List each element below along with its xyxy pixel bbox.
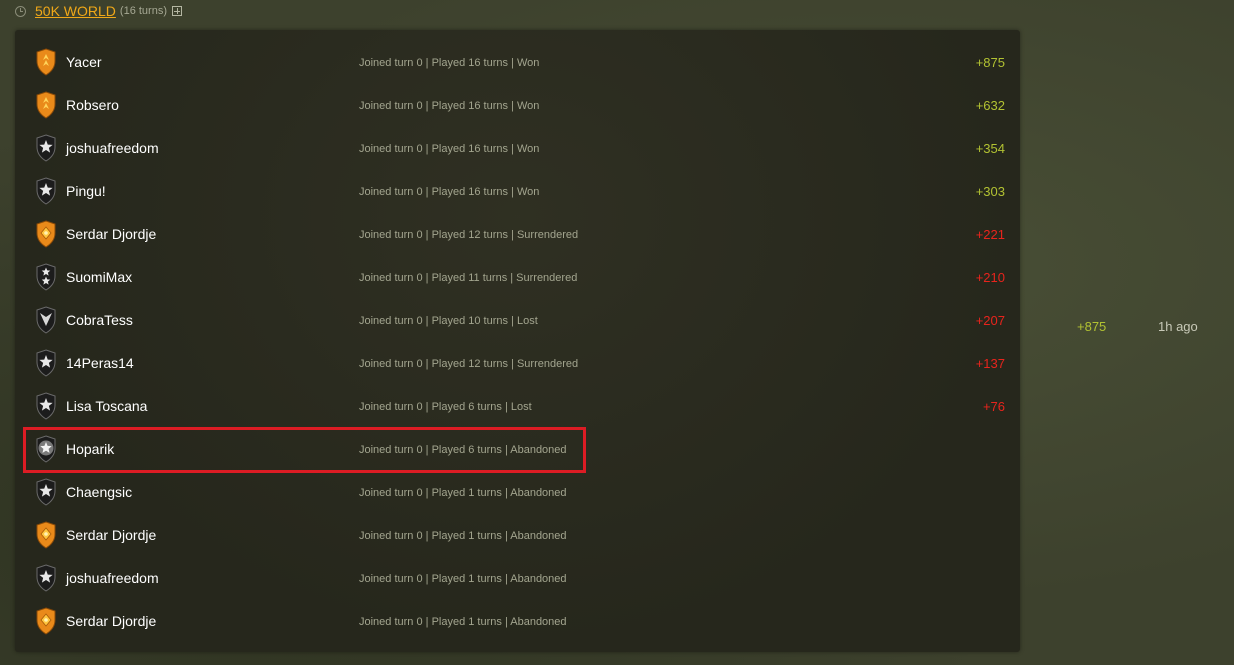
gold-shield-icon	[35, 91, 57, 119]
player-row[interactable]: Serdar Djordje Joined turn 0 | Played 12 …	[15, 212, 1020, 255]
player-status: Joined turn 0 | Played 16 turns | Won	[359, 100, 540, 112]
player-points: +210	[975, 270, 1005, 285]
player-status: Joined turn 0 | Played 12 turns | Surren…	[359, 358, 579, 370]
player-points: +632	[975, 98, 1005, 113]
star-shield-icon	[35, 564, 57, 592]
player-status: Joined turn 0 | Played 16 turns | Won	[359, 57, 540, 69]
star-shield-icon	[35, 177, 57, 205]
player-status: Joined turn 0 | Played 1 turns | Abandon…	[359, 616, 567, 628]
gold-diamond-shield-icon	[35, 220, 57, 248]
player-name[interactable]: Hoparik	[66, 441, 114, 457]
game-header: 50K WORLD (16 turns)	[15, 3, 182, 19]
player-points: +221	[975, 227, 1005, 242]
player-row[interactable]: Chaengsic Joined turn 0 | Played 1 turns …	[15, 470, 1020, 513]
gold-shield-icon	[35, 48, 57, 76]
player-name[interactable]: Pingu!	[66, 183, 106, 199]
player-row[interactable]: Pingu! Joined turn 0 | Played 16 turns | …	[15, 169, 1020, 212]
player-row[interactable]: Yacer Joined turn 0 | Played 16 turns | W…	[15, 40, 1020, 83]
player-status: Joined turn 0 | Played 11 turns | Surren…	[359, 272, 578, 284]
chevron-shield-icon	[35, 306, 57, 334]
player-row[interactable]: Hoparik Joined turn 0 | Played 6 turns | …	[15, 427, 1020, 470]
player-points: +76	[982, 399, 1005, 414]
player-points: +875	[975, 55, 1005, 70]
clock-icon	[15, 5, 26, 17]
player-points: +354	[975, 141, 1005, 156]
game-title-link[interactable]: 50K WORLD	[35, 3, 116, 19]
star-shield-icon	[35, 392, 57, 420]
gold-diamond-shield-icon	[35, 607, 57, 635]
player-row[interactable]: Lisa Toscana Joined turn 0 | Played 6 tur…	[15, 384, 1020, 427]
player-points: +303	[975, 184, 1005, 199]
player-row[interactable]: CobraTess Joined turn 0 | Played 10 turns…	[15, 298, 1020, 341]
player-name[interactable]: CobraTess	[66, 312, 133, 328]
player-name[interactable]: Serdar Djordje	[66, 527, 156, 543]
player-points: +137	[975, 356, 1005, 371]
player-status: Joined turn 0 | Played 12 turns | Surren…	[359, 229, 579, 241]
player-row[interactable]: Serdar Djordje Joined turn 0 | Played 1 t…	[15, 599, 1020, 642]
game-turns-count: (16 turns)	[119, 5, 167, 17]
player-row[interactable]: joshuafreedom Joined turn 0 | Played 16 t…	[15, 126, 1020, 169]
player-status: Joined turn 0 | Played 1 turns | Abandon…	[359, 573, 567, 585]
player-status: Joined turn 0 | Played 6 turns | Abandon…	[359, 444, 567, 456]
player-row[interactable]: Robsero Joined turn 0 | Played 16 turns |…	[15, 83, 1020, 126]
player-name[interactable]: Serdar Djordje	[66, 613, 156, 629]
player-name[interactable]: joshuafreedom	[66, 140, 159, 156]
player-status: Joined turn 0 | Played 1 turns | Abandon…	[359, 530, 567, 542]
player-status: Joined turn 0 | Played 10 turns | Lost	[359, 315, 538, 327]
player-points: +207	[975, 313, 1005, 328]
double-star-shield-icon	[35, 263, 57, 291]
player-row[interactable]: joshuafreedom Joined turn 0 | Played 1 tu…	[15, 556, 1020, 599]
player-name[interactable]: SuomiMax	[66, 269, 132, 285]
players-panel: Yacer Joined turn 0 | Played 16 turns | W…	[15, 30, 1020, 652]
player-name[interactable]: joshuafreedom	[66, 570, 159, 586]
player-status: Joined turn 0 | Played 1 turns | Abandon…	[359, 487, 567, 499]
star-shield-icon	[35, 478, 57, 506]
game-time-ago: 1h ago	[1158, 319, 1198, 334]
player-status: Joined turn 0 | Played 6 turns | Lost	[359, 401, 532, 413]
player-name[interactable]: Robsero	[66, 97, 119, 113]
player-row[interactable]: 14Peras14 Joined turn 0 | Played 12 turns…	[15, 341, 1020, 384]
star-shield-icon	[35, 349, 57, 377]
game-points: +875	[1077, 319, 1107, 334]
star-circle-shield-icon	[35, 435, 57, 463]
player-status: Joined turn 0 | Played 16 turns | Won	[359, 186, 540, 198]
expand-icon[interactable]	[172, 6, 182, 16]
player-status: Joined turn 0 | Played 16 turns | Won	[359, 143, 540, 155]
player-name[interactable]: Serdar Djordje	[66, 226, 156, 242]
player-name[interactable]: Yacer	[66, 54, 102, 70]
player-name[interactable]: 14Peras14	[66, 355, 134, 371]
player-row[interactable]: Serdar Djordje Joined turn 0 | Played 1 t…	[15, 513, 1020, 556]
player-row[interactable]: SuomiMax Joined turn 0 | Played 11 turns …	[15, 255, 1020, 298]
star-shield-icon	[35, 134, 57, 162]
player-name[interactable]: Lisa Toscana	[66, 398, 147, 414]
gold-diamond-shield-icon	[35, 521, 57, 549]
player-name[interactable]: Chaengsic	[66, 484, 132, 500]
